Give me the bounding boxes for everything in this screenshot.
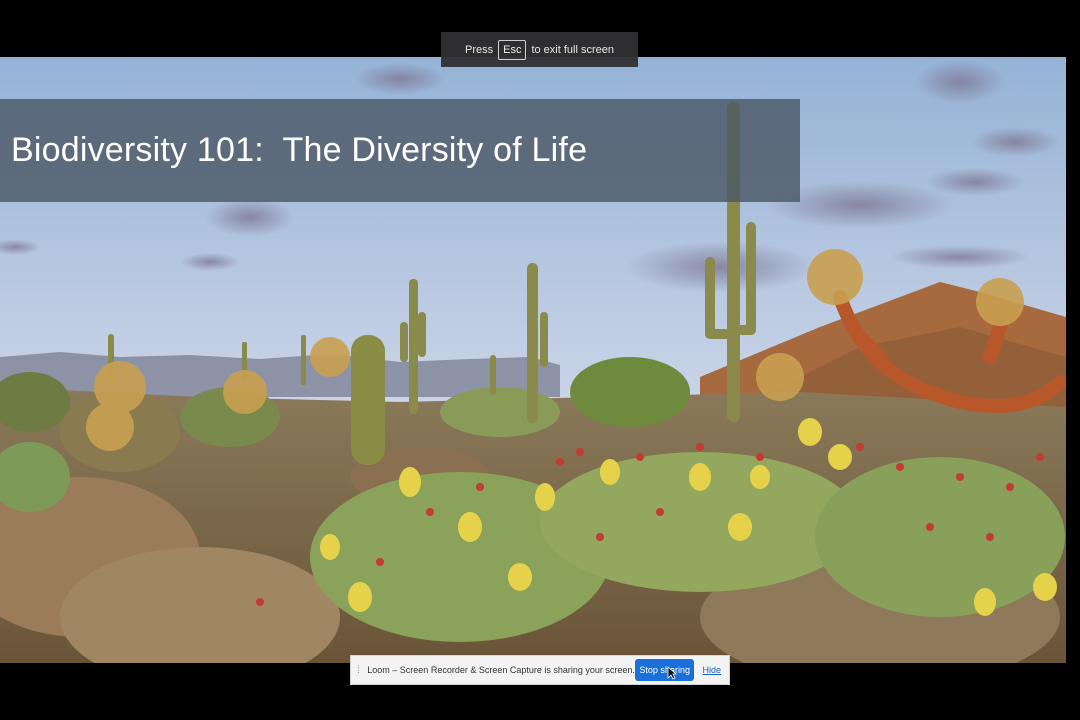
presentation-slide: Biodiversity 101: The Diversity of Life — [0, 57, 1066, 663]
mouse-cursor-icon — [667, 666, 677, 680]
fullscreen-hint-suffix: to exit full screen — [531, 43, 614, 56]
share-message: Loom – Screen Recorder & Screen Capture … — [367, 665, 635, 675]
stop-sharing-button[interactable]: Stop sharing — [634, 659, 695, 681]
hide-link[interactable]: Hide — [702, 665, 721, 675]
fullscreen-hint-prefix: Press — [464, 43, 494, 56]
slide-title: Biodiversity 101: The Diversity of Life — [11, 131, 588, 169]
fullscreen-hint: Press Esc to exit full screen — [441, 32, 638, 67]
slide-title-band: Biodiversity 101: The Diversity of Life — [0, 99, 800, 202]
esc-key-label: Esc — [498, 39, 527, 60]
drag-handle-icon[interactable]: ⁞ — [351, 665, 365, 676]
